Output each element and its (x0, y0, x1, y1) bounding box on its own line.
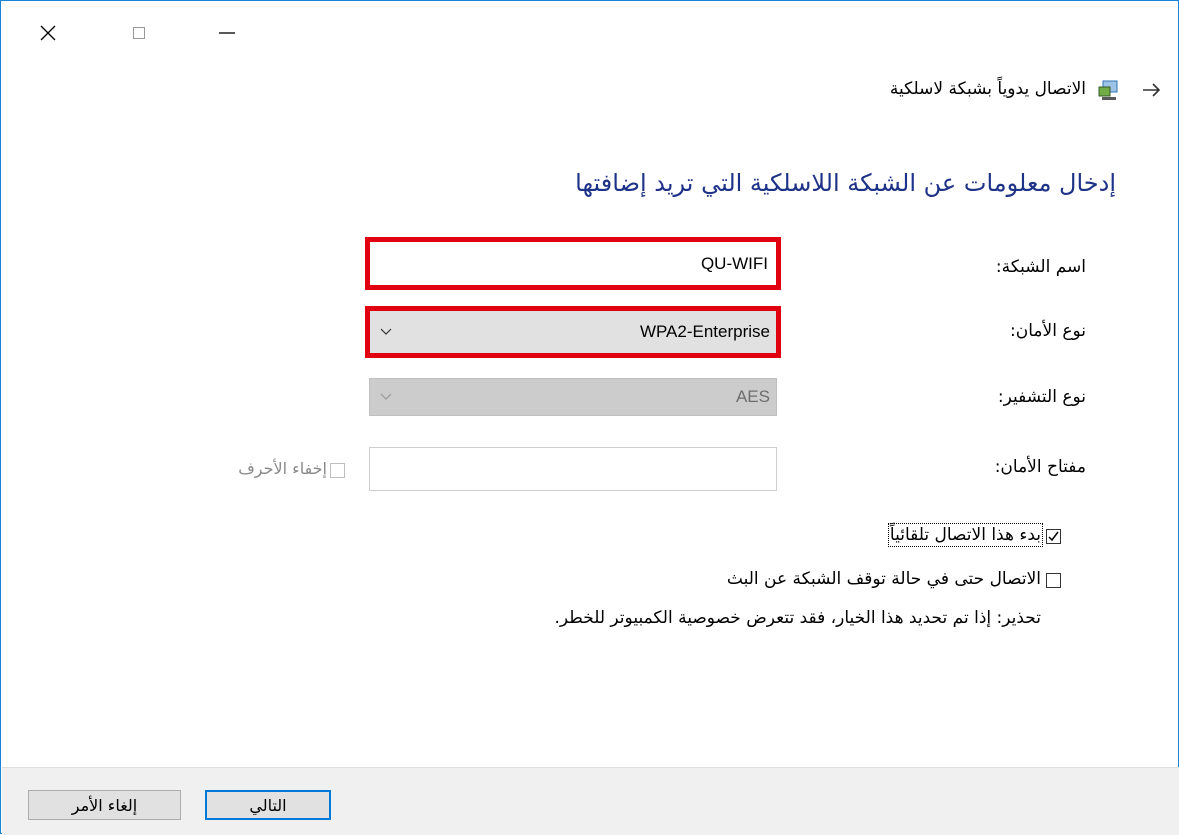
next-button[interactable]: التالي (205, 790, 331, 820)
wireless-network-icon (1097, 78, 1121, 102)
back-arrow-icon (1143, 83, 1161, 97)
privacy-warning-text: تحذير: إذا تم تحديد هذا الخيار، فقد تتعر… (554, 608, 1041, 628)
close-button[interactable] (25, 13, 71, 53)
chevron-down-icon (380, 328, 392, 335)
connect-not-broadcasting-checkbox[interactable] (1046, 573, 1061, 588)
network-name-label: اسم الشبكة: (995, 257, 1086, 277)
minimize-button[interactable] (204, 13, 250, 53)
encryption-type-value: AES (735, 387, 770, 406)
security-type-select[interactable]: WPA2-Enterprise (365, 306, 781, 358)
network-name-value: QU-WIFI (700, 253, 768, 273)
maximize-icon (133, 27, 145, 39)
back-button[interactable] (1137, 77, 1167, 103)
chevron-down-icon (380, 393, 392, 400)
dialog-footer: التالي إلغاء الأمر (2, 767, 1179, 835)
next-button-label: التالي (249, 795, 287, 815)
cancel-button-label: إلغاء الأمر (71, 795, 138, 815)
page-heading: إدخال معلومات عن الشبكة اللاسلكية التي ت… (575, 169, 1116, 197)
checkmark-icon (1048, 531, 1059, 542)
auto-connect-checkbox[interactable] (1046, 529, 1061, 544)
security-key-label: مفتاح الأمان: (994, 457, 1086, 477)
hide-characters-label: إخفاء الأحرف (238, 459, 327, 478)
close-icon (40, 25, 56, 41)
cancel-button[interactable]: إلغاء الأمر (28, 790, 181, 820)
auto-connect-label: بدء هذا الاتصال تلقائياً (887, 523, 1044, 547)
security-type-value: WPA2-Enterprise (639, 322, 770, 341)
hide-characters-checkbox[interactable] (330, 463, 345, 478)
window-title: الاتصال يدوياً بشبكة لاسلكية (889, 79, 1086, 99)
encryption-type-select[interactable]: AES (369, 378, 777, 416)
encryption-type-label: نوع التشفير: (997, 387, 1086, 407)
network-name-input[interactable]: QU-WIFI (365, 237, 781, 290)
connect-not-broadcasting-label: الاتصال حتى في حالة توقف الشبكة عن البث (726, 569, 1041, 589)
dialog-window: الاتصال يدوياً بشبكة لاسلكية إدخال معلوم… (0, 0, 1179, 835)
security-type-label: نوع الأمان: (1010, 321, 1086, 341)
minimize-icon (219, 32, 235, 34)
maximize-button[interactable] (116, 13, 162, 53)
security-key-input[interactable] (369, 447, 777, 491)
